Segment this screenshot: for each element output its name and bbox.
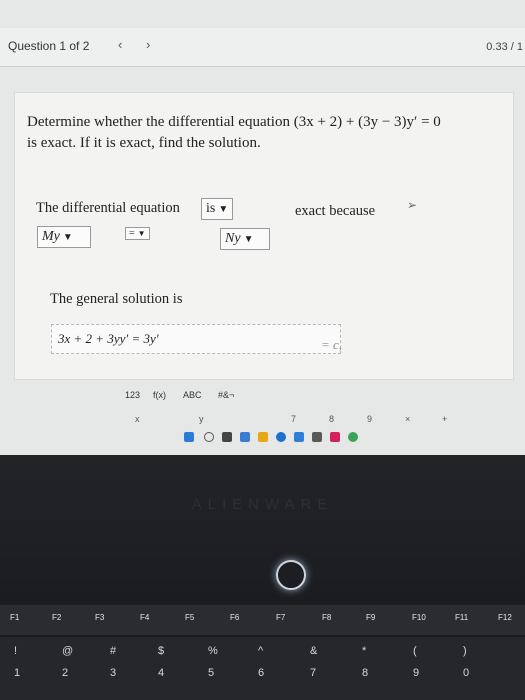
is-dropdown[interactable]: is ▼ (201, 198, 234, 220)
widgets-icon[interactable] (240, 432, 250, 442)
app-icon[interactable] (312, 432, 322, 442)
my-dropdown[interactable]: My ▼ (37, 226, 91, 248)
chevron-down-icon: ▼ (137, 229, 146, 238)
question-counter: Question 1 of 2 (8, 39, 90, 53)
key-f12[interactable]: F12 (498, 613, 512, 622)
equals-c-label: = c, (321, 337, 343, 352)
task-view-icon[interactable] (222, 432, 232, 442)
key-8[interactable]: 8 (329, 414, 334, 424)
key-f1[interactable]: F1 (10, 613, 19, 622)
solution-input[interactable]: 3x + 2 + 3yy′ = 3y′ (51, 324, 341, 354)
power-button-icon[interactable] (276, 560, 306, 590)
question-card: Determine whether the differential equat… (14, 92, 514, 380)
key-7[interactable]: 7 (291, 414, 296, 424)
chrome-icon[interactable] (348, 432, 358, 442)
key-8-shift[interactable]: * (362, 645, 366, 657)
key-f4[interactable]: F4 (140, 613, 149, 622)
key-1-shift[interactable]: ! (14, 645, 17, 657)
question-text-line2: is exact. If it is exact, find the solut… (27, 135, 261, 151)
general-solution-label: The general solution is (50, 291, 183, 307)
statement-label: The differential equation (36, 200, 180, 216)
ny-dropdown-value: Ny (225, 231, 241, 246)
math-keyboard: 123 f(x) ABC #&¬ x y 7 8 9 × + (117, 384, 457, 434)
taskbar (180, 430, 410, 448)
key-4-shift[interactable]: $ (158, 645, 164, 657)
key-3[interactable]: 3 (110, 667, 116, 679)
ny-dropdown[interactable]: Ny ▼ (220, 228, 270, 250)
keyboard-tab-symbols[interactable]: #&¬ (218, 390, 234, 400)
keyboard-tab-fx[interactable]: f(x) (153, 390, 166, 400)
key-4[interactable]: 4 (158, 667, 164, 679)
windows-start-icon[interactable] (184, 432, 194, 442)
alienware-logo: ALIENWARE (191, 496, 334, 513)
key-6[interactable]: 6 (258, 667, 264, 679)
search-icon[interactable] (204, 432, 214, 442)
key-5-shift[interactable]: % (208, 645, 218, 657)
laptop-body: ALIENWARE F1 F2 F3 F4 F5 F6 F7 F8 F9 F10… (0, 455, 525, 700)
prev-question-button[interactable]: ‹ (118, 37, 122, 52)
keyboard-tab-abc[interactable]: ABC (183, 390, 202, 400)
file-explorer-icon[interactable] (258, 432, 268, 442)
question-text-line1: Determine whether the differential equat… (27, 114, 441, 130)
solution-input-value: 3x + 2 + 3yy′ = 3y′ (58, 331, 159, 346)
key-7-shift[interactable]: & (310, 645, 317, 657)
key-x[interactable]: x (135, 414, 140, 424)
score-display: 0.33 / 1 (486, 41, 523, 53)
key-2-shift[interactable]: @ (62, 645, 73, 657)
key-0-shift[interactable]: ) (463, 645, 467, 657)
screen: Question 1 of 2 ‹ › 0.33 / 1 Determine w… (0, 0, 525, 455)
chevron-down-icon: ▼ (62, 232, 73, 243)
key-f6[interactable]: F6 (230, 613, 239, 622)
next-question-button[interactable]: › (146, 37, 150, 52)
key-f8[interactable]: F8 (322, 613, 331, 622)
key-times[interactable]: × (405, 414, 410, 424)
number-key-row: ! @ # $ % ^ & * ( ) 1 2 3 4 5 6 7 8 9 0 (0, 637, 525, 700)
key-f9[interactable]: F9 (366, 613, 375, 622)
key-9[interactable]: 9 (367, 414, 372, 424)
key-7[interactable]: 7 (310, 667, 316, 679)
key-6-shift[interactable]: ^ (258, 645, 263, 657)
key-f3[interactable]: F3 (95, 613, 104, 622)
key-f7[interactable]: F7 (276, 613, 285, 622)
keyboard-tab-123[interactable]: 123 (125, 390, 140, 400)
store-icon[interactable] (294, 432, 304, 442)
key-9-shift[interactable]: ( (413, 645, 417, 657)
key-8[interactable]: 8 (362, 667, 368, 679)
mouse-cursor-icon: ➢ (407, 198, 418, 212)
exact-because-label: exact because (295, 203, 376, 219)
equality-dropdown[interactable]: = ▼ (125, 227, 150, 240)
key-5[interactable]: 5 (208, 667, 214, 679)
chevron-down-icon: ▼ (218, 204, 229, 215)
key-9[interactable]: 9 (413, 667, 419, 679)
key-0[interactable]: 0 (463, 667, 469, 679)
edge-browser-icon[interactable] (276, 432, 286, 442)
key-f2[interactable]: F2 (52, 613, 61, 622)
function-key-row: F1 F2 F3 F4 F5 F6 F7 F8 F9 F10 F11 F12 (0, 605, 525, 635)
key-3-shift[interactable]: # (110, 645, 116, 657)
key-1[interactable]: 1 (14, 667, 20, 679)
question-header: Question 1 of 2 ‹ › 0.33 / 1 (0, 28, 525, 67)
key-f10[interactable]: F10 (412, 613, 426, 622)
key-2[interactable]: 2 (62, 667, 68, 679)
key-y[interactable]: y (199, 414, 204, 424)
key-f5[interactable]: F5 (185, 613, 194, 622)
mcafee-icon[interactable] (330, 432, 340, 442)
my-dropdown-value: My (42, 229, 60, 244)
key-plus[interactable]: + (442, 414, 447, 424)
equality-dropdown-value: = (129, 228, 135, 239)
is-dropdown-value: is (206, 201, 216, 216)
chevron-down-icon: ▼ (243, 234, 254, 245)
key-f11[interactable]: F11 (455, 613, 468, 622)
